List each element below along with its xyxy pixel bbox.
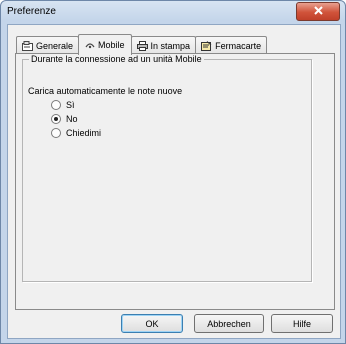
radio-button[interactable] [51, 128, 61, 138]
help-button[interactable]: Hilfe [271, 314, 333, 333]
tab-generale[interactable]: Generale [16, 36, 80, 54]
tab-label: In stampa [150, 40, 191, 51]
mobile-icon [85, 41, 95, 49]
tab-label: Fermacarte [215, 40, 262, 51]
radio-label: Sì [66, 100, 75, 110]
radio-button[interactable] [51, 100, 61, 110]
cancel-button[interactable]: Abbrechen [194, 314, 264, 333]
radio-label: No [66, 114, 78, 124]
ok-button[interactable]: OK [121, 314, 183, 333]
radio-option-si[interactable]: Sì [51, 100, 75, 110]
radio-button[interactable] [51, 114, 61, 124]
preferences-dialog: Preferenze Generale Mobile In stampa Fer… [0, 0, 346, 344]
title-bar[interactable]: Preferenze [1, 1, 345, 23]
printer-icon [136, 40, 148, 51]
tab-strip: Generale Mobile In stampa Fermacarte [16, 34, 268, 55]
close-icon [313, 6, 323, 17]
radio-option-chiedimi[interactable]: Chiedimi [51, 128, 101, 138]
settings-icon [22, 40, 33, 51]
window-title: Preferenze [7, 6, 56, 17]
group-legend: Durante la connessione ad un unità Mobil… [31, 54, 202, 64]
close-button[interactable] [296, 2, 340, 21]
tab-mobile[interactable]: Mobile [78, 34, 132, 55]
dialog-client-area: Generale Mobile In stampa Fermacarte Dur… [7, 24, 341, 339]
radio-option-no[interactable]: No [51, 114, 78, 124]
radio-label: Chiedimi [66, 128, 102, 138]
tab-label: Generale [36, 40, 74, 51]
tab-panel-mobile: Durante la connessione ad un unità Mobil… [15, 53, 335, 310]
tab-label: Mobile [98, 40, 125, 50]
tab-fermacarte[interactable]: Fermacarte [195, 36, 268, 54]
tab-in-stampa[interactable]: In stampa [130, 36, 197, 54]
radio-selected-dot [54, 117, 58, 121]
mobile-connection-group: Durante la connessione ad un unità Mobil… [22, 54, 312, 282]
clipboard-icon [201, 40, 212, 51]
auto-load-prompt: Carica automaticamente le note nuove [28, 86, 183, 96]
